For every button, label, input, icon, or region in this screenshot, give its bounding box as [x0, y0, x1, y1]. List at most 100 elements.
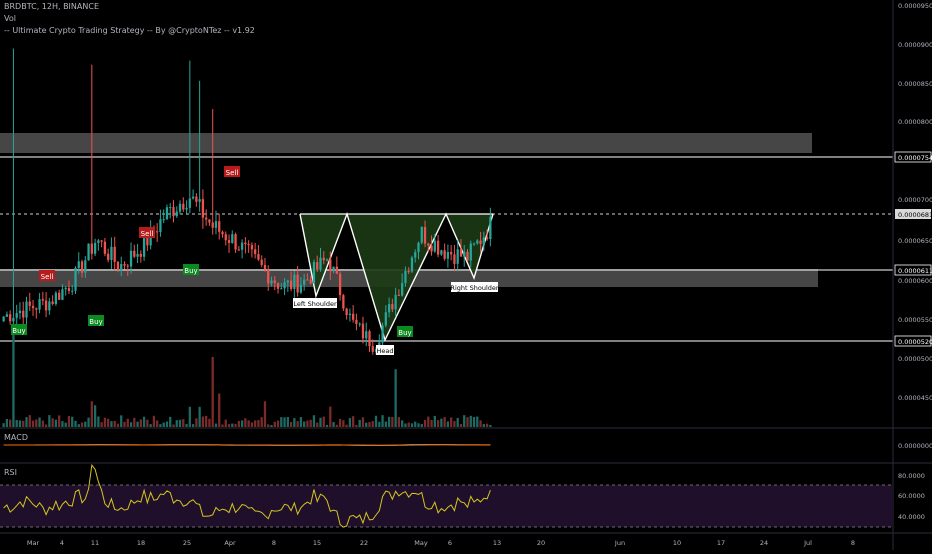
volume-bar: [152, 415, 156, 427]
volume-bar: [224, 419, 227, 427]
candle-body: [77, 261, 80, 269]
volume-bar: [312, 415, 316, 427]
volume-bar: [51, 418, 54, 427]
volume-bar: [247, 420, 250, 427]
price-chart[interactable]: Buy Buy Sell Sell Buy Sell Buy Left Shou…: [0, 0, 932, 550]
candle-body: [237, 249, 240, 251]
volume-bar: [276, 420, 280, 427]
candle-body: [427, 243, 430, 246]
candle-body: [417, 242, 420, 253]
time-tick: 17: [717, 539, 725, 547]
signal-tag-sell-1[interactable]: Sell: [39, 270, 55, 281]
candle-body: [185, 207, 188, 210]
volume-bar: [263, 401, 267, 427]
price-tick: 0.00006000: [898, 277, 932, 285]
candle-body: [41, 299, 44, 301]
volume-bar: [257, 420, 260, 427]
candle-body: [162, 219, 165, 221]
volume-bar: [211, 357, 214, 427]
candle-body: [404, 270, 407, 284]
candle-body: [436, 240, 440, 255]
candle-body: [303, 279, 306, 285]
volume-bar: [136, 421, 139, 427]
candle-body: [205, 217, 208, 220]
volume-bar: [463, 415, 466, 427]
candle-body: [384, 312, 387, 326]
volume-bar: [338, 418, 342, 427]
candle-body: [368, 331, 371, 347]
candle-body: [28, 301, 31, 306]
volume-bar: [456, 417, 459, 427]
signal-tag-sell-3[interactable]: Sell: [224, 166, 240, 177]
candle-body: [316, 262, 319, 270]
volume-indicator-label[interactable]: Vol: [4, 14, 16, 24]
candle-body: [371, 346, 374, 352]
volume-bar: [352, 416, 355, 427]
chart-window[interactable]: Buy Buy Sell Sell Buy Sell Buy Left Shou…: [0, 0, 932, 550]
volume-bar: [244, 418, 247, 427]
rsi-band: [0, 485, 893, 527]
volume-bar: [280, 417, 283, 427]
candle-body: [159, 219, 162, 232]
candle-body: [485, 237, 489, 240]
price-tick: 0.00009000: [898, 41, 932, 49]
strategy-indicator-label[interactable]: -- Ultimate Crypto Trading Strategy -- B…: [4, 26, 255, 36]
signal-tag-buy-2[interactable]: Buy: [88, 315, 104, 326]
volume-bar: [453, 421, 456, 427]
candle-body: [332, 266, 335, 272]
label-head: Head: [376, 345, 394, 355]
candle-body: [463, 251, 466, 257]
volume-bar: [401, 420, 404, 427]
rsi-axis-tick: 80.0000: [898, 472, 925, 480]
time-tick: 24: [760, 539, 768, 547]
candle-body: [182, 203, 185, 210]
volume-bar: [322, 416, 325, 427]
symbol-title[interactable]: BRDBTC, 12H, BINANCE: [4, 2, 99, 12]
candle-body: [133, 250, 136, 257]
volume-bar: [64, 422, 67, 427]
price-tick: 0.00008000: [898, 118, 932, 126]
candle-body: [423, 226, 427, 244]
rsi-pane-label[interactable]: RSI: [4, 468, 17, 477]
time-tick: 11: [91, 539, 99, 547]
signal-tag-buy-1[interactable]: Buy: [11, 324, 27, 335]
volume-bar: [420, 424, 423, 427]
candle-body: [113, 246, 116, 262]
candle-body: [345, 308, 348, 316]
candle-body: [459, 249, 463, 257]
candle-body: [107, 253, 110, 260]
candle-body: [74, 268, 77, 291]
macd-pane-label[interactable]: MACD: [4, 433, 28, 442]
candle-body: [391, 304, 394, 310]
candle-body: [322, 257, 325, 261]
time-tick: 20: [537, 539, 545, 547]
signal-tag-buy-4[interactable]: Buy: [397, 326, 413, 337]
rsi-axis-tick: 40.0000: [898, 513, 925, 521]
volume-bar: [407, 422, 410, 427]
time-tick: 4: [60, 539, 64, 547]
svg-text:Sell: Sell: [141, 230, 154, 238]
time-tick: 10: [673, 539, 681, 547]
volume-bar: [162, 422, 165, 427]
volume-bar: [61, 421, 64, 427]
candle-body: [123, 264, 126, 266]
candle-body: [401, 283, 404, 296]
candle-body: [355, 319, 358, 324]
candle-body: [247, 244, 250, 246]
signal-tag-buy-3[interactable]: Buy: [183, 264, 199, 275]
candle-body: [25, 301, 28, 318]
volume-bar: [489, 424, 492, 427]
price-tick: 0.00005000: [898, 355, 932, 363]
candle-body: [456, 249, 459, 264]
volume-bar: [335, 424, 338, 427]
volume-bar: [77, 424, 80, 427]
volume-bar: [234, 423, 237, 427]
volume-bar: [191, 424, 195, 427]
candle-body: [126, 265, 129, 267]
time-tick: 25: [183, 539, 191, 547]
candle-body: [22, 310, 25, 318]
volume-bar: [38, 417, 41, 427]
signal-tag-sell-2[interactable]: Sell: [139, 227, 155, 238]
volume-bar: [267, 424, 270, 427]
candle-body: [263, 264, 267, 270]
